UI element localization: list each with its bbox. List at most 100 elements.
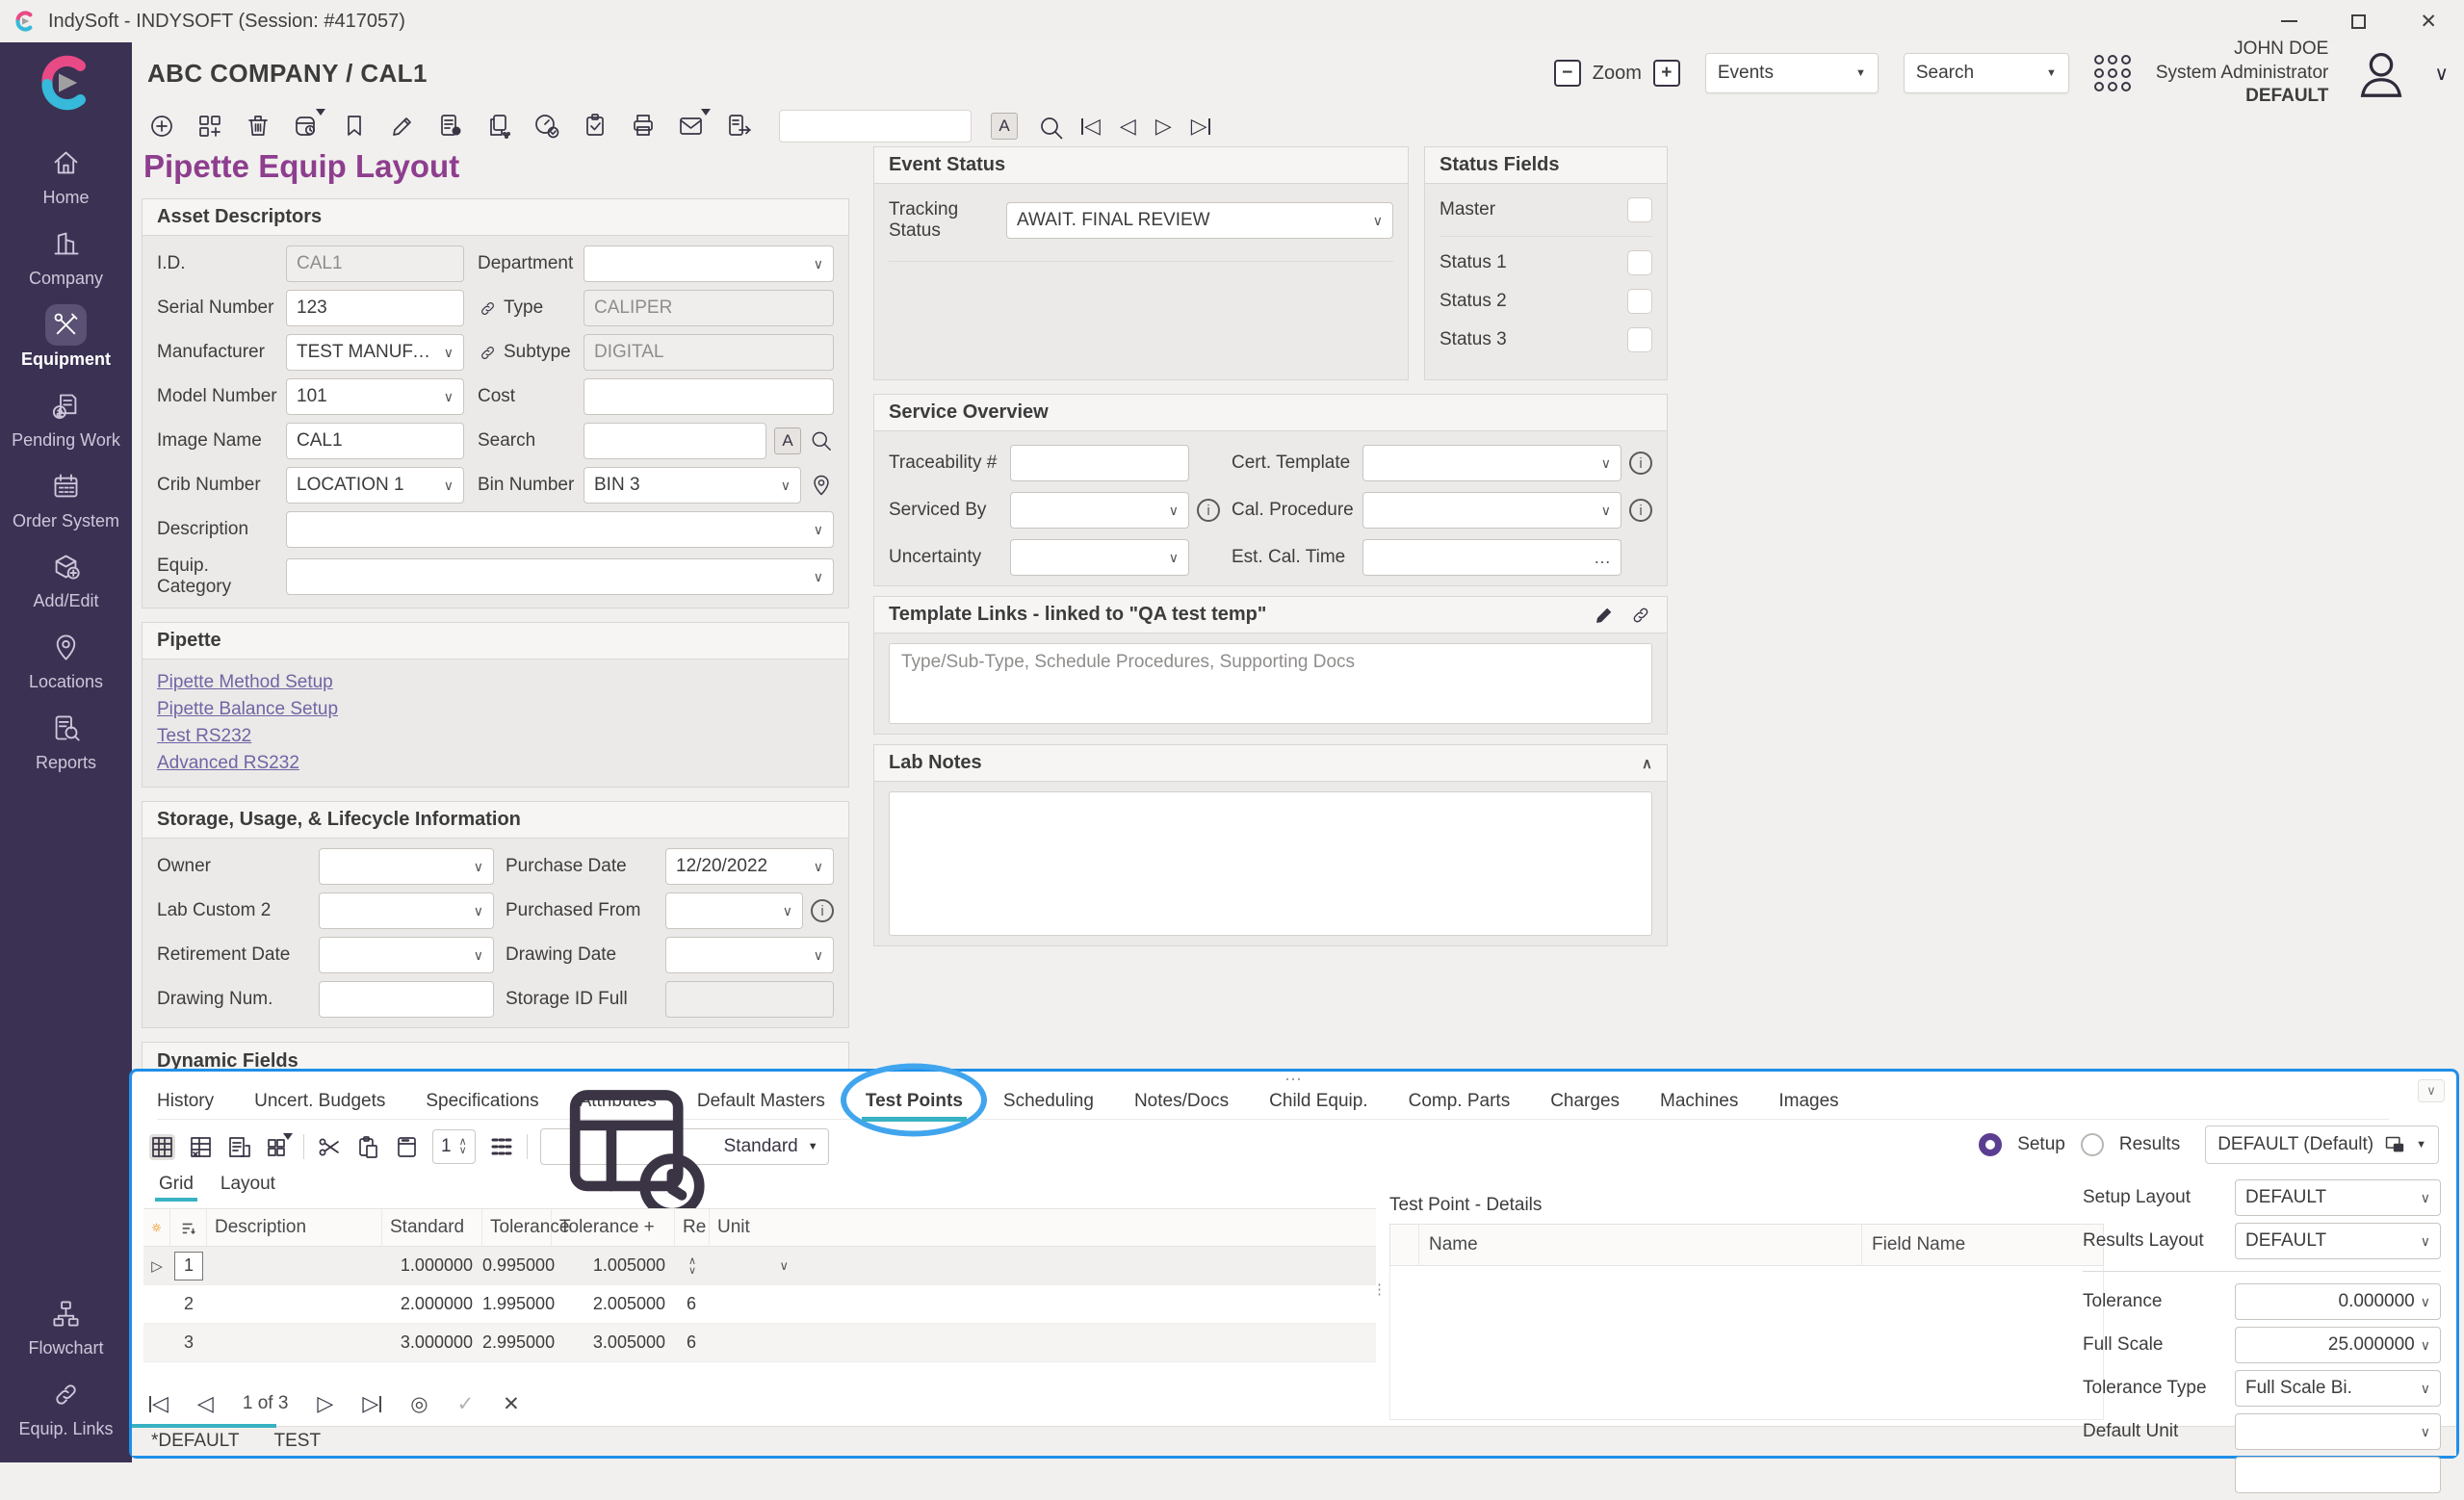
lab-notes-input[interactable] xyxy=(889,791,1652,936)
tab-child-equip[interactable]: Child Equip. xyxy=(1269,1091,1367,1112)
est-cal-time-field[interactable]: … xyxy=(1362,539,1621,576)
print-icon[interactable] xyxy=(629,112,658,141)
match-case-button[interactable]: A xyxy=(991,113,1018,140)
cost-field[interactable] xyxy=(584,378,834,415)
table-row[interactable]: 2 2.000000 1.995000 2.005000 6 xyxy=(143,1285,1376,1324)
avatar[interactable] xyxy=(2353,46,2409,100)
apps-grid-icon[interactable] xyxy=(2094,55,2131,91)
email-icon[interactable] xyxy=(677,112,706,141)
tab-uncert-budgets[interactable]: Uncert. Budgets xyxy=(254,1091,385,1112)
serviced-by-select[interactable]: ∨ xyxy=(1010,492,1189,529)
paste-icon[interactable] xyxy=(355,1134,381,1160)
col-unit[interactable]: Unit xyxy=(710,1209,798,1246)
tab-comp-parts[interactable]: Comp. Parts xyxy=(1409,1091,1511,1112)
tab-default-masters[interactable]: Default Masters xyxy=(697,1091,825,1112)
sidebar-item-company[interactable]: Company xyxy=(29,223,103,288)
results-layout-select[interactable]: DEFAULT∨ xyxy=(2235,1223,2441,1259)
tab-history[interactable]: History xyxy=(157,1091,214,1112)
commit-check-icon[interactable]: ✓ xyxy=(457,1392,475,1416)
cal-procedure-select[interactable]: ∨ xyxy=(1362,492,1621,529)
category-select[interactable]: ∨ xyxy=(286,558,834,595)
more-icon[interactable]: … xyxy=(1594,548,1611,568)
minimize-icon[interactable] xyxy=(2281,20,2297,22)
sidebar-item-order-system[interactable]: Order System xyxy=(13,466,119,530)
pager-first-button[interactable]: ◁ xyxy=(149,1391,169,1416)
grid-layout-select[interactable]: Standard ▼ xyxy=(540,1128,829,1165)
col-standard[interactable]: Standard xyxy=(382,1209,482,1246)
stepper-down-icon[interactable]: ∨ xyxy=(459,1147,467,1155)
match-case-button[interactable]: A xyxy=(774,427,801,454)
tab-machines[interactable]: Machines xyxy=(1660,1091,1738,1112)
row-number[interactable]: 2 xyxy=(170,1294,207,1314)
zoom-in-button[interactable]: + xyxy=(1653,60,1680,87)
insert-row-icon[interactable] xyxy=(394,1134,420,1160)
info-icon[interactable]: i xyxy=(1197,499,1220,522)
retirement-date-select[interactable]: ∨ xyxy=(319,937,494,973)
search-icon[interactable] xyxy=(1037,114,1062,139)
collapse-chevron-icon[interactable]: ∧ xyxy=(1642,755,1652,772)
sidebar-item-flowchart[interactable]: Flowchart xyxy=(28,1293,103,1358)
table-row[interactable]: ▷ 1 1.000000 0.995000 1.005000 ∧∨ ∨ xyxy=(143,1247,1376,1285)
clipboard-check-icon[interactable] xyxy=(581,112,610,141)
bin-select[interactable]: BIN 3∨ xyxy=(584,467,801,504)
grid-report-icon[interactable] xyxy=(226,1134,252,1160)
details-col-field-name[interactable]: Field Name xyxy=(1862,1225,2103,1265)
subtype-field[interactable]: DIGITAL xyxy=(584,334,834,371)
storage-id-full-field[interactable] xyxy=(665,981,834,1018)
app-logo-icon[interactable] xyxy=(36,52,97,119)
status3-checkbox[interactable] xyxy=(1627,327,1652,352)
row-number[interactable]: 1 xyxy=(174,1252,203,1280)
id-field[interactable]: CAL1 xyxy=(286,246,464,282)
master-checkbox[interactable] xyxy=(1627,197,1652,222)
sidebar-item-pending-work[interactable]: Pending Work xyxy=(12,385,120,450)
sidebar-item-reports[interactable]: Reports xyxy=(36,708,96,772)
pager-last-button[interactable]: ▷ xyxy=(362,1391,381,1416)
sheet-test[interactable]: TEST xyxy=(274,1431,322,1452)
drawing-date-select[interactable]: ∨ xyxy=(665,937,834,973)
rules-icon[interactable] xyxy=(143,1209,170,1246)
sidebar-item-home[interactable]: Home xyxy=(42,142,89,207)
close-icon[interactable]: ✕ xyxy=(2420,10,2437,34)
crib-select[interactable]: LOCATION 1∨ xyxy=(286,467,464,504)
preview-eye-icon[interactable]: ◎ xyxy=(410,1392,428,1416)
advanced-rs232-link[interactable]: Advanced RS232 xyxy=(157,750,834,777)
info-icon[interactable]: i xyxy=(1629,452,1652,475)
department-select[interactable]: ∨ xyxy=(584,246,834,282)
search-select[interactable]: Search ▼ xyxy=(1904,53,2069,93)
layout-default-button[interactable]: DEFAULT (Default) ▼ xyxy=(2205,1125,2439,1164)
bookmark-icon[interactable] xyxy=(340,112,369,141)
link-icon[interactable] xyxy=(1629,604,1652,627)
sort-icon[interactable] xyxy=(170,1209,207,1246)
export-excel-icon[interactable] xyxy=(188,1134,214,1160)
traceability-field[interactable] xyxy=(1010,445,1189,481)
splitter-handle-icon[interactable]: ⋮⋮ xyxy=(1372,1285,1386,1295)
sidebar-item-equipment[interactable]: Equipment xyxy=(21,304,111,369)
edit-pencil-icon[interactable] xyxy=(1593,604,1616,627)
col-tolerance[interactable]: Tolerance xyxy=(482,1209,552,1246)
panel-collapse-button[interactable]: ∨ xyxy=(2418,1079,2445,1102)
model-select[interactable]: 101∨ xyxy=(286,378,464,415)
test-rs232-link[interactable]: Test RS232 xyxy=(157,723,834,750)
purchased-from-select[interactable]: ∨ xyxy=(665,892,803,929)
table-row[interactable]: 3 3.000000 2.995000 3.005000 6 xyxy=(143,1324,1376,1362)
setup-radio[interactable] xyxy=(1979,1133,2002,1156)
sidebar-item-locations[interactable]: Locations xyxy=(29,627,103,691)
info-icon[interactable]: i xyxy=(1629,499,1652,522)
details-col-name[interactable]: Name xyxy=(1419,1225,1862,1265)
edit-icon[interactable] xyxy=(388,112,417,141)
zoom-out-button[interactable]: − xyxy=(1554,60,1581,87)
copy-structure-icon[interactable] xyxy=(484,112,513,141)
location-pin-icon[interactable] xyxy=(809,473,834,498)
columns-grid-icon[interactable] xyxy=(488,1134,514,1160)
tolerance-type-select[interactable]: Full Scale Bi.∨ xyxy=(2235,1370,2441,1407)
purchase-date-select[interactable]: 12/20/2022∨ xyxy=(665,848,834,885)
uncertainty-select[interactable]: ∨ xyxy=(1010,539,1189,576)
asset-search-field[interactable] xyxy=(584,423,766,459)
col-description[interactable]: Description xyxy=(207,1209,382,1246)
grid-options-icon[interactable] xyxy=(265,1134,291,1160)
col-re[interactable]: Re xyxy=(675,1209,710,1246)
image-name-field[interactable]: CAL1 xyxy=(286,423,464,459)
tab-test-points[interactable]: Test Points xyxy=(866,1091,963,1112)
drawing-num-field[interactable] xyxy=(319,981,494,1018)
add-circle-icon[interactable] xyxy=(147,112,176,141)
